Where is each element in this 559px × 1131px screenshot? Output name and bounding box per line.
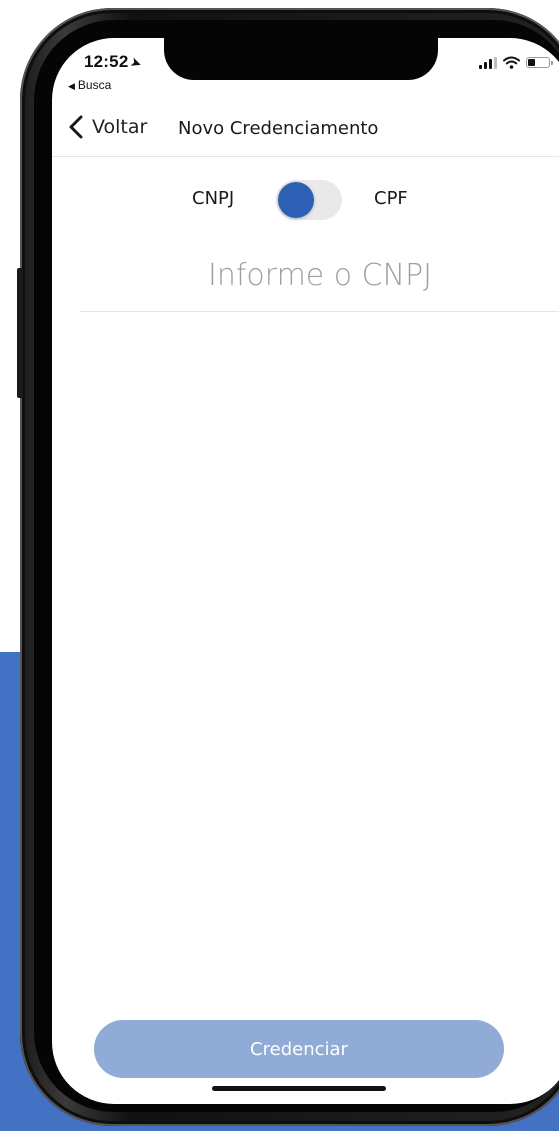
toggle-label-cpf: CPF — [374, 188, 408, 209]
status-time-text: 12:52 — [84, 52, 129, 71]
page-title: Novo Credenciamento — [178, 118, 379, 139]
status-time: 12:52➤ — [84, 52, 144, 72]
back-button[interactable]: Voltar — [66, 114, 147, 140]
back-triangle-icon: ◀ — [68, 81, 75, 91]
page: 12:52➤ ◀ Busca Voltar Novo Credenciament… — [0, 0, 559, 1131]
status-indicators — [479, 56, 553, 69]
battery-icon — [526, 57, 553, 68]
phone-screen: 12:52➤ ◀ Busca Voltar Novo Credenciament… — [52, 38, 559, 1104]
cnpj-input[interactable] — [80, 248, 559, 312]
home-indicator — [212, 1086, 386, 1091]
navigation-bar: Voltar Novo Credenciamento — [52, 106, 559, 158]
chevron-left-icon — [69, 115, 83, 139]
back-button-label: Voltar — [92, 116, 148, 138]
toggle-label-cnpj: CNPJ — [192, 188, 235, 209]
status-back-to-app[interactable]: ◀ Busca — [68, 78, 111, 92]
phone-side-button — [17, 268, 23, 398]
cellular-signal-icon — [479, 56, 497, 69]
credenciar-button[interactable]: Credenciar — [94, 1020, 504, 1078]
document-type-toggle[interactable] — [276, 180, 342, 220]
status-back-app-label: Busca — [77, 78, 112, 92]
location-arrow-icon: ➤ — [129, 54, 144, 72]
document-type-toggle-row: CNPJ CPF — [52, 178, 559, 222]
notch — [164, 38, 438, 80]
nav-divider — [52, 156, 559, 157]
toggle-knob — [278, 182, 314, 218]
wifi-icon — [503, 56, 520, 69]
